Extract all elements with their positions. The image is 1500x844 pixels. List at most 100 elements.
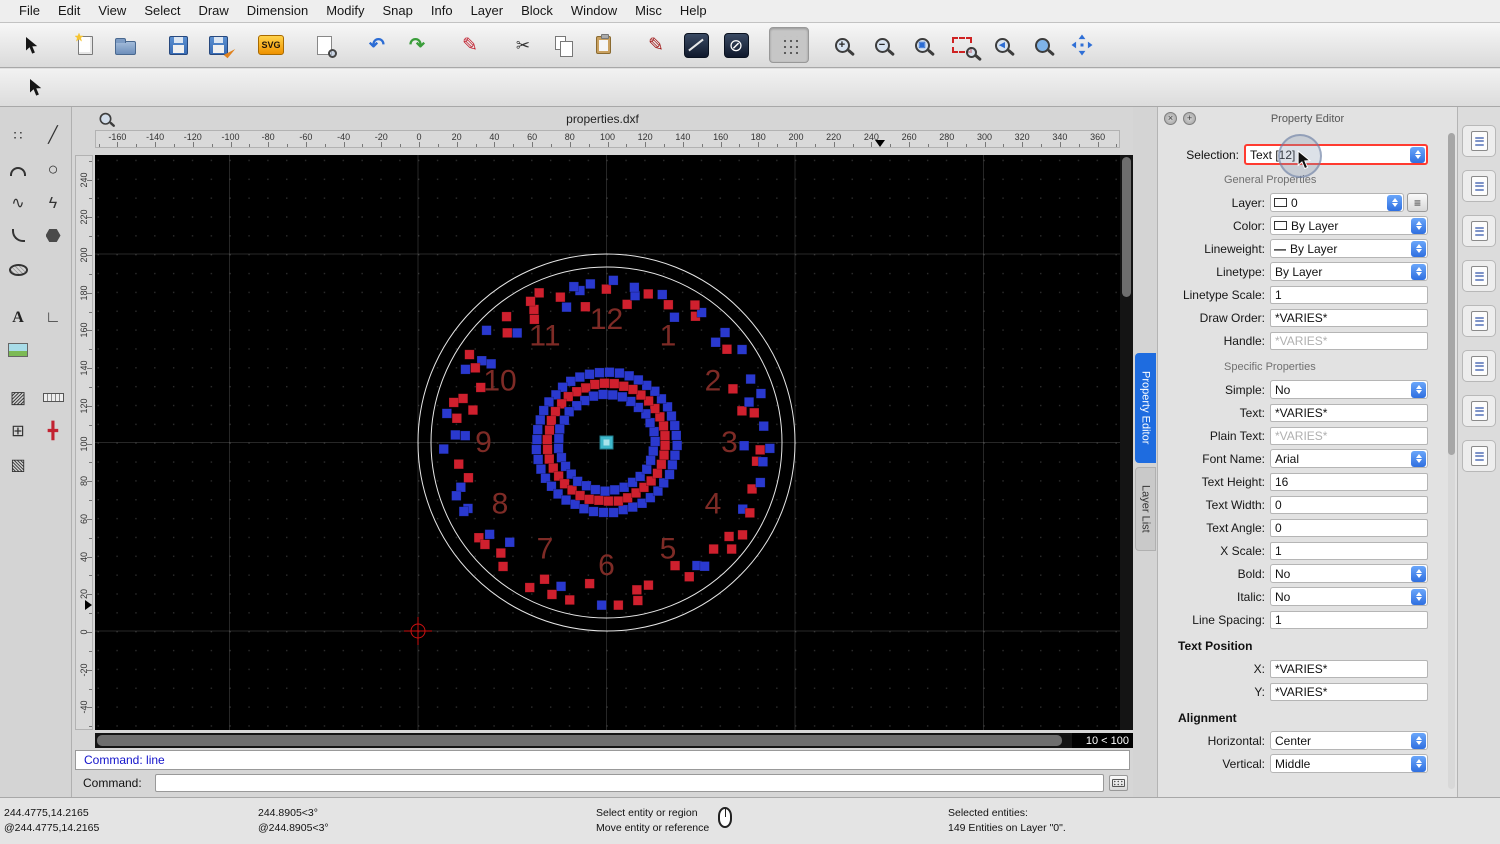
menu-block[interactable]: Block xyxy=(512,0,562,22)
zoom-auto-button[interactable]: ▣ xyxy=(902,27,942,63)
print-preview-button[interactable] xyxy=(304,27,344,63)
tool-image-button[interactable] xyxy=(2,337,34,367)
tool-fillet-button[interactable] xyxy=(2,223,34,253)
text-width-field[interactable]: 0 xyxy=(1270,495,1428,514)
line-attributes-button[interactable] xyxy=(676,27,716,63)
zoom-window-button[interactable] xyxy=(942,27,982,63)
italic-select[interactable]: No xyxy=(1270,587,1428,606)
tool-points-button[interactable]: ∷ xyxy=(2,121,34,151)
zoom-pan-button[interactable] xyxy=(1062,27,1102,63)
command-input[interactable] xyxy=(155,774,1104,792)
property-editor-panel-button[interactable] xyxy=(1462,260,1496,292)
panel-scroll-thumb[interactable] xyxy=(1448,133,1455,455)
tool-ellipse-button[interactable] xyxy=(2,257,34,287)
open-document-button[interactable] xyxy=(105,27,145,63)
position-x-field[interactable]: *VARIES* xyxy=(1270,659,1428,678)
menu-draw[interactable]: Draw xyxy=(189,0,237,22)
tool-arc-button[interactable] xyxy=(2,155,34,185)
select-tool-button[interactable] xyxy=(12,27,52,63)
clipboard-panel-button[interactable] xyxy=(1462,440,1496,472)
cut-button[interactable]: ✂ xyxy=(503,27,543,63)
menu-info[interactable]: Info xyxy=(422,0,462,22)
vertical-scrollbar[interactable] xyxy=(1120,155,1133,730)
zoom-out-button[interactable]: − xyxy=(862,27,902,63)
panel-close-button[interactable]: × xyxy=(1164,112,1177,125)
menu-file[interactable]: File xyxy=(10,0,49,22)
h-scroll-thumb[interactable] xyxy=(97,735,1062,746)
tool-line-button[interactable]: ╱ xyxy=(37,121,69,151)
font-name-select[interactable]: Arial xyxy=(1270,449,1428,468)
menu-dimension[interactable]: Dimension xyxy=(238,0,317,22)
x-scale-field[interactable]: 1 xyxy=(1270,541,1428,560)
bold-select[interactable]: No xyxy=(1270,564,1428,583)
layer-select[interactable]: 0 xyxy=(1270,193,1404,212)
text-field[interactable]: *VARIES* xyxy=(1270,403,1428,422)
undo-button[interactable]: ↶ xyxy=(357,27,397,63)
paste-button[interactable] xyxy=(583,27,623,63)
copy-button[interactable] xyxy=(543,27,583,63)
delete-entities-button[interactable]: ✎ xyxy=(450,27,490,63)
text-angle-field[interactable]: 0 xyxy=(1270,518,1428,537)
draw-order-field[interactable]: *VARIES* xyxy=(1270,308,1428,327)
tool-freehand-button[interactable]: ∿ xyxy=(2,189,34,219)
menu-edit[interactable]: Edit xyxy=(49,0,89,22)
grid-toggle-button[interactable] xyxy=(769,27,809,63)
selection-select[interactable]: Text [12] xyxy=(1244,144,1428,165)
cad-drawing[interactable]: 12 12 3 45 6 789 10 11 xyxy=(95,155,1120,730)
save-document-button[interactable] xyxy=(158,27,198,63)
zoom-selected-button[interactable] xyxy=(1022,27,1062,63)
tab-property-editor[interactable]: Property Editor xyxy=(1135,353,1156,463)
tool-spline-button[interactable]: ϟ xyxy=(37,189,69,219)
menu-window[interactable]: Window xyxy=(562,0,626,22)
new-document-button[interactable] xyxy=(65,27,105,63)
panel-float-button[interactable]: + xyxy=(1183,112,1196,125)
drawing-area[interactable]: 12 1 2 3 4 5 6 7 8 9 10 11 xyxy=(95,155,1120,730)
position-y-field[interactable]: *VARIES* xyxy=(1270,682,1428,701)
layer-list-panel-button[interactable] xyxy=(1462,350,1496,382)
menu-modify[interactable]: Modify xyxy=(317,0,373,22)
simple-select[interactable]: No xyxy=(1270,380,1428,399)
save-as-button[interactable] xyxy=(198,27,238,63)
panel-scrollbar[interactable] xyxy=(1448,133,1455,789)
menu-layer[interactable]: Layer xyxy=(462,0,513,22)
vertical-select[interactable]: Middle xyxy=(1270,754,1428,773)
tool-snap-button[interactable]: ╋ xyxy=(37,417,69,447)
layer-settings-button[interactable]: ≡ xyxy=(1407,193,1428,212)
keyboard-focus-button[interactable] xyxy=(1109,775,1128,791)
zoom-previous-button[interactable]: ◂ xyxy=(982,27,1022,63)
tool-solid-button[interactable]: ▧ xyxy=(2,451,34,481)
zoom-in-button[interactable]: + xyxy=(822,27,862,63)
menu-view[interactable]: View xyxy=(89,0,135,22)
line-spacing-field[interactable]: 1 xyxy=(1270,610,1428,629)
tool-blocks-button[interactable]: ⊞ xyxy=(2,417,34,447)
tool-measure-button[interactable] xyxy=(37,383,69,413)
export-svg-button[interactable]: SVG xyxy=(251,27,291,63)
tool-dimension-button[interactable]: ∟ xyxy=(37,303,69,333)
library-browser-panel-button[interactable] xyxy=(1462,215,1496,247)
menu-misc[interactable]: Misc xyxy=(626,0,671,22)
linetype-select[interactable]: By Layer xyxy=(1270,262,1428,281)
shape-attributes-button[interactable]: ⊘ xyxy=(716,27,756,63)
tool-circle-button[interactable]: ○ xyxy=(37,155,69,185)
color-select[interactable]: By Layer xyxy=(1270,216,1428,235)
horizontal-select[interactable]: Center xyxy=(1270,731,1428,750)
tool-text-button[interactable]: A xyxy=(2,303,34,333)
tool-hatch-button[interactable]: ▨ xyxy=(2,383,34,413)
command-line-panel-button[interactable] xyxy=(1462,395,1496,427)
linetype-scale-field[interactable]: 1 xyxy=(1270,285,1428,304)
redo-button[interactable]: ↷ xyxy=(397,27,437,63)
text-height-field[interactable]: 16 xyxy=(1270,472,1428,491)
horizontal-scrollbar[interactable] xyxy=(95,733,1072,748)
menu-snap[interactable]: Snap xyxy=(374,0,422,22)
current-tool-select-button[interactable] xyxy=(16,70,56,106)
lineweight-select[interactable]: — By Layer xyxy=(1270,239,1428,258)
selection-filter-panel-button[interactable] xyxy=(1462,305,1496,337)
tab-layer-list[interactable]: Layer List xyxy=(1135,467,1156,551)
menu-select[interactable]: Select xyxy=(135,0,189,22)
v-scroll-thumb[interactable] xyxy=(1122,157,1131,297)
menu-help[interactable]: Help xyxy=(671,0,716,22)
tool-polygon-button[interactable] xyxy=(37,223,69,253)
entity-info-panel-button[interactable] xyxy=(1462,125,1496,157)
pen-attributes-button[interactable]: ✎ xyxy=(636,27,676,63)
block-list-panel-button[interactable] xyxy=(1462,170,1496,202)
